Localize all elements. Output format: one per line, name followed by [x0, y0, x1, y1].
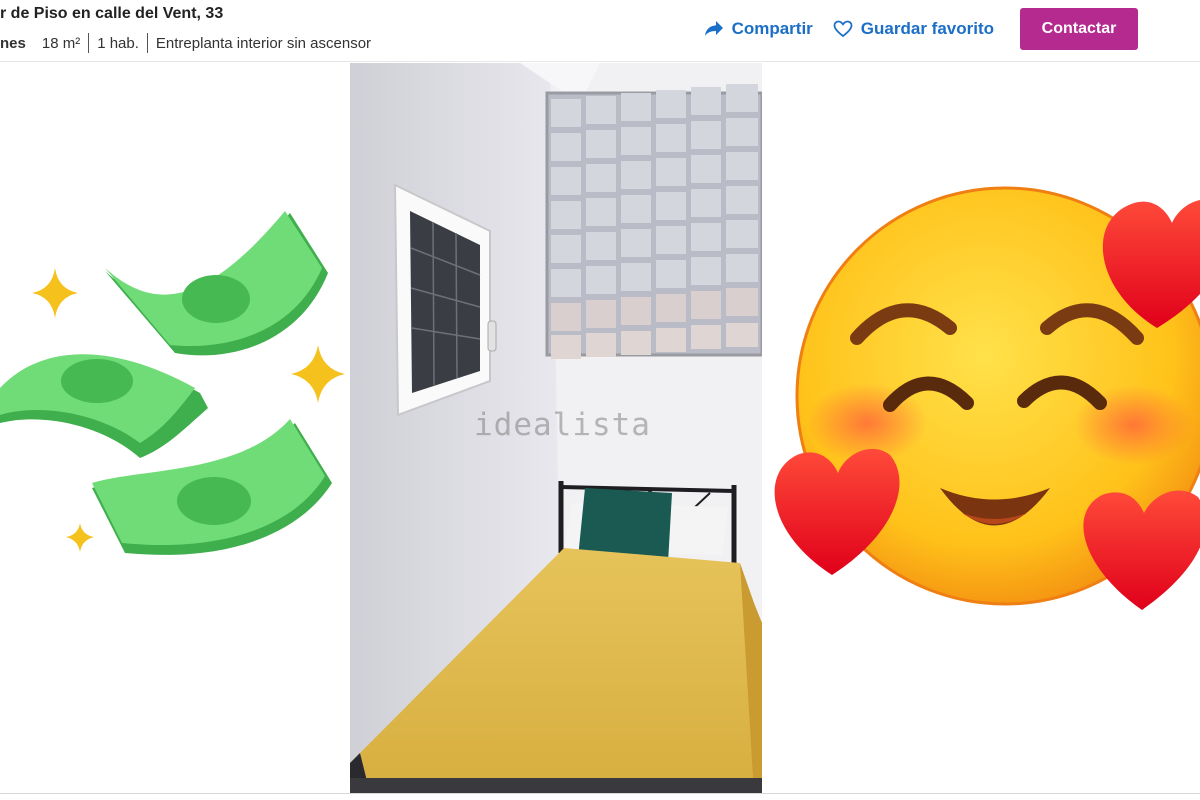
divider — [88, 33, 90, 53]
price-fragment: nes — [0, 34, 26, 52]
listing-photo[interactable]: idealista — [350, 63, 762, 793]
smiling-face-with-hearts-emoji — [774, 186, 1200, 610]
listing-details: nes 18 m² 1 hab. Entreplanta interior si… — [0, 33, 371, 53]
area-label: 18 m² — [41, 34, 81, 52]
contact-button[interactable]: Contactar — [1020, 8, 1138, 50]
action-bar: Compartir Guardar favorito Contactar — [704, 8, 1138, 50]
banknote-icon — [0, 354, 208, 458]
listing-header: r de Piso en calle del Vent, 33 nes 18 m… — [0, 0, 1200, 62]
money-emoji-panel — [0, 63, 350, 793]
smile-emoji-panel — [762, 63, 1200, 793]
share-label: Compartir — [731, 19, 813, 38]
bottom-divider — [0, 793, 1200, 794]
banknote-icon — [105, 211, 328, 356]
divider — [146, 33, 148, 53]
idealista-watermark: idealista — [474, 407, 651, 443]
save-favorite-label: Guardar favorito — [860, 19, 994, 38]
flying-money-emoji — [0, 211, 345, 555]
listing-title: r de Piso en calle del Vent, 33 — [0, 5, 224, 22]
share-arrow-icon — [704, 21, 723, 36]
floor-label: Entreplanta interior sin ascensor — [155, 34, 372, 52]
rooms-label: 1 hab. — [97, 34, 139, 52]
heart-outline-icon — [833, 20, 853, 38]
share-button[interactable]: Compartir — [704, 19, 813, 39]
save-favorite-button[interactable]: Guardar favorito — [833, 19, 994, 39]
